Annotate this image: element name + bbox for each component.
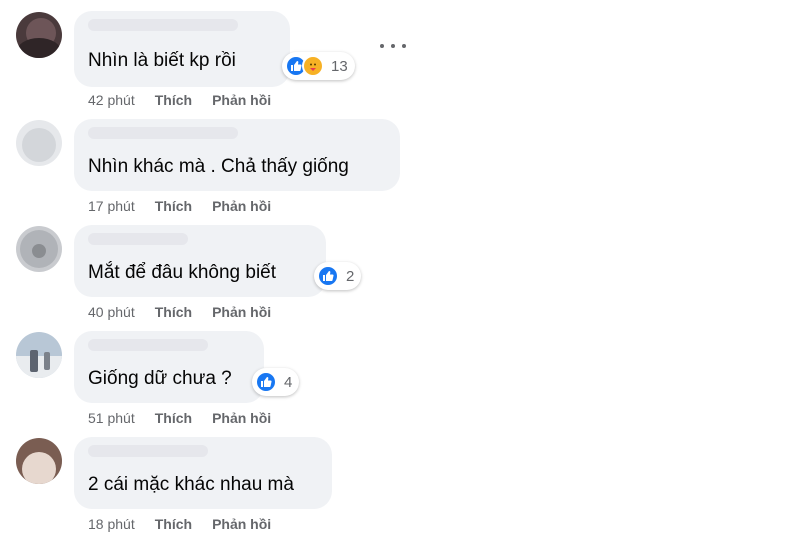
author-name-redacted [88,233,188,245]
comment-meta: 17 phút Thích Phản hồi [88,197,271,215]
reaction-count: 13 [331,57,348,75]
reaction-count: 2 [346,267,355,285]
timestamp[interactable]: 17 phút [88,197,135,215]
timestamp[interactable]: 42 phút [88,91,135,109]
timestamp[interactable]: 51 phút [88,409,135,427]
care-reaction-icon [302,55,324,77]
author-name-redacted [88,19,238,31]
like-reaction-icon [317,265,339,287]
like-button[interactable]: Thích [155,197,192,215]
comment-bubble: Giống dữ chưa ? [74,331,264,403]
comment-bubble: Mắt để đâu không biết [74,225,326,297]
avatar[interactable] [16,438,62,484]
avatar[interactable] [16,332,62,378]
comment-text: Mắt để đâu không biết [88,262,277,283]
more-options-icon[interactable] [380,40,406,52]
author-name-redacted [88,445,208,457]
comment-text: Nhìn khác mà . Chả thấy giống [88,156,349,177]
comment-meta: 18 phút Thích Phản hồi [88,515,271,533]
comment-meta: 51 phút Thích Phản hồi [88,409,271,427]
like-button[interactable]: Thích [155,303,192,321]
author-name-redacted [88,127,238,139]
like-button[interactable]: Thích [155,91,192,109]
comment-text: Nhìn là biết kp rồi [88,50,236,71]
like-reaction-icon [255,371,277,393]
timestamp[interactable]: 18 phút [88,515,135,533]
comment-text: 2 cái mặc khác nhau mà [88,474,294,495]
like-button[interactable]: Thích [155,409,192,427]
reaction-summary[interactable]: 13 [282,52,355,80]
comment-meta: 42 phút Thích Phản hồi [88,91,271,109]
author-name-redacted [88,339,208,351]
reply-button[interactable]: Phản hồi [212,409,271,427]
timestamp[interactable]: 40 phút [88,303,135,321]
reply-button[interactable]: Phản hồi [212,303,271,321]
reply-button[interactable]: Phản hồi [212,197,271,215]
avatar[interactable] [16,120,62,166]
like-button[interactable]: Thích [155,515,192,533]
comment-bubble: Nhìn là biết kp rồi [74,11,290,87]
reaction-count: 4 [284,373,293,391]
comment-bubble: 2 cái mặc khác nhau mà [74,437,332,509]
reaction-summary[interactable]: 4 [252,368,300,396]
comment-meta: 40 phút Thích Phản hồi [88,303,271,321]
avatar[interactable] [16,226,62,272]
comment-text: Giống dữ chưa ? [88,368,232,389]
reaction-summary[interactable]: 2 [314,262,362,290]
reply-button[interactable]: Phản hồi [212,91,271,109]
comment-bubble: Nhìn khác mà . Chả thấy giống [74,119,400,191]
reply-button[interactable]: Phản hồi [212,515,271,533]
avatar[interactable] [16,12,62,58]
